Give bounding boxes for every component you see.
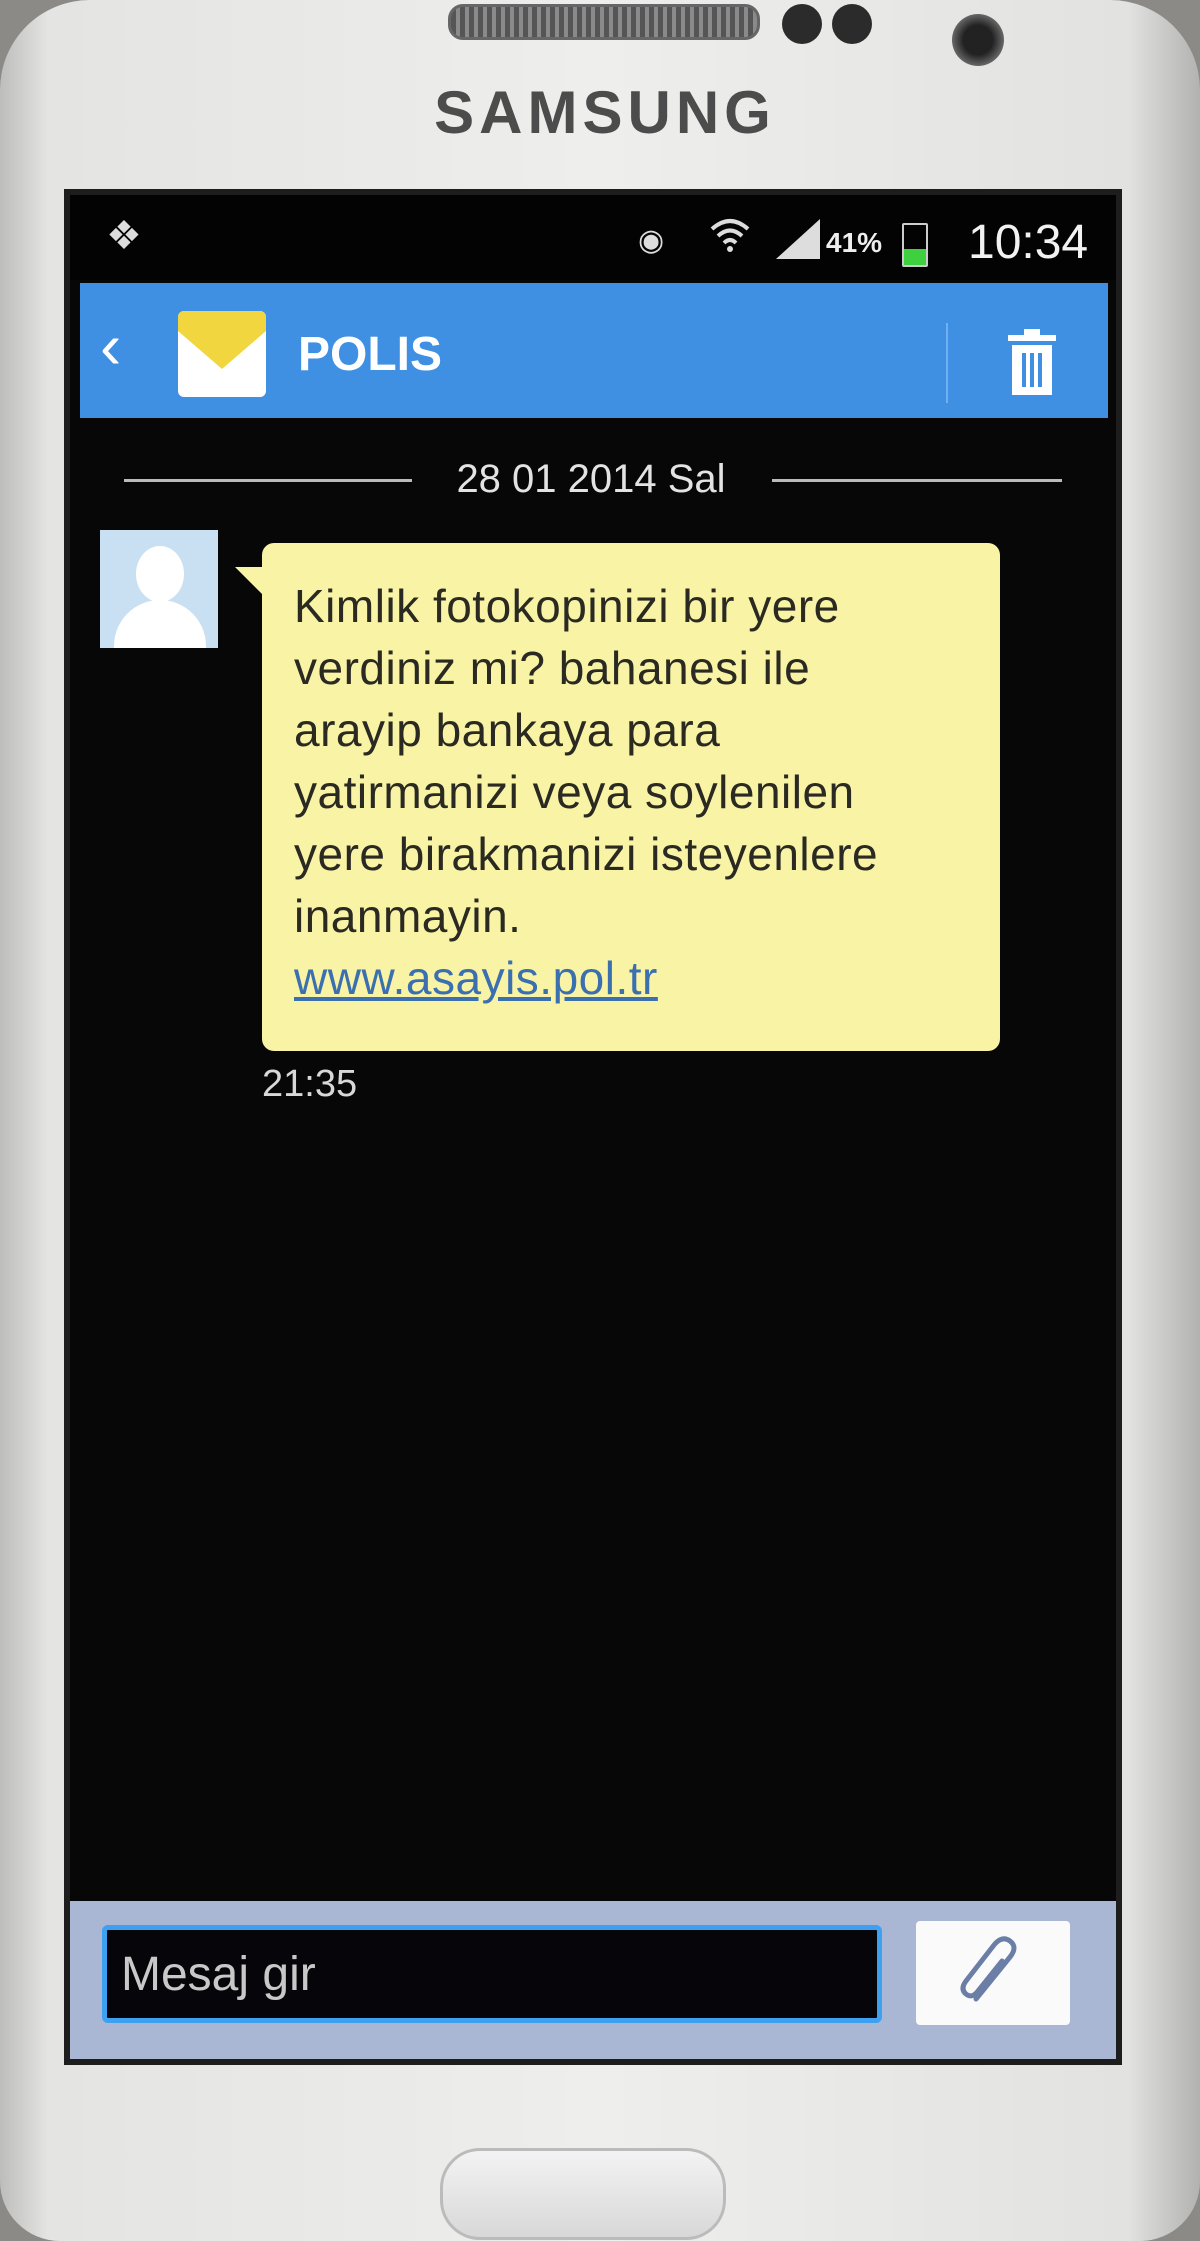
light-sensor (832, 4, 872, 44)
earpiece-speaker (448, 4, 760, 40)
message-input[interactable] (102, 1925, 882, 2023)
person-icon (136, 546, 184, 602)
phone-body: SAMSUNG ❖ ◉ 41% 10:34 ‹ POLIS 28 01 2014… (0, 0, 1200, 2241)
bubble-tail (235, 567, 265, 597)
trash-icon (1008, 329, 1056, 395)
smart-stay-eye-icon: ◉ (638, 224, 665, 257)
message-link[interactable]: www.asayis.pol.tr (294, 947, 970, 1009)
contact-avatar[interactable] (100, 530, 218, 648)
front-camera (952, 14, 1004, 66)
home-button[interactable] (440, 2148, 726, 2240)
composer-bar (70, 1901, 1116, 2059)
back-button[interactable]: ‹ (100, 311, 150, 381)
chevron-left-icon: ‹ (100, 310, 122, 382)
notification-app-icon: ❖ (106, 214, 142, 258)
message-line: Kimlik fotokopinizi bir yere (294, 580, 840, 632)
status-time: 10:34 (968, 216, 1089, 269)
battery-percent: 41% (826, 227, 883, 258)
message-line: arayip bankaya para (294, 704, 721, 756)
date-label: 28 01 2014 Sal (456, 457, 726, 501)
message-line: verdiniz mi? bahanesi ile (294, 642, 811, 694)
paperclip-icon (960, 1936, 1017, 2002)
signal-strength-icon (776, 219, 820, 259)
screen: ❖ ◉ 41% 10:34 ‹ POLIS 28 01 2014 Sal Kim… (70, 195, 1116, 2059)
divider (946, 323, 948, 403)
message-timestamp: 21:35 (262, 1063, 358, 1105)
conversation-title: POLIS (298, 328, 443, 381)
message-line: yere birakmanizi isteyenlere (294, 828, 879, 880)
wifi-icon (710, 219, 750, 252)
brand-logo: SAMSUNG (434, 79, 776, 146)
attach-button[interactable] (916, 1921, 1070, 2025)
date-separator: 28 01 2014 Sal (124, 455, 1062, 505)
envelope-icon[interactable] (178, 311, 266, 397)
proximity-sensor (782, 4, 822, 44)
status-bar: ❖ ◉ 41% 10:34 (70, 195, 1116, 280)
battery-level-fill (904, 248, 926, 265)
message-line: yatirmanizi veya soylenilen (294, 766, 855, 818)
app-bar: ‹ POLIS (80, 283, 1108, 418)
message-line: inanmayin. (294, 890, 522, 942)
battery-icon (902, 223, 928, 267)
message-bubble[interactable]: Kimlik fotokopinizi bir yere verdiniz mi… (262, 543, 1000, 1051)
delete-button[interactable] (1004, 329, 1060, 395)
